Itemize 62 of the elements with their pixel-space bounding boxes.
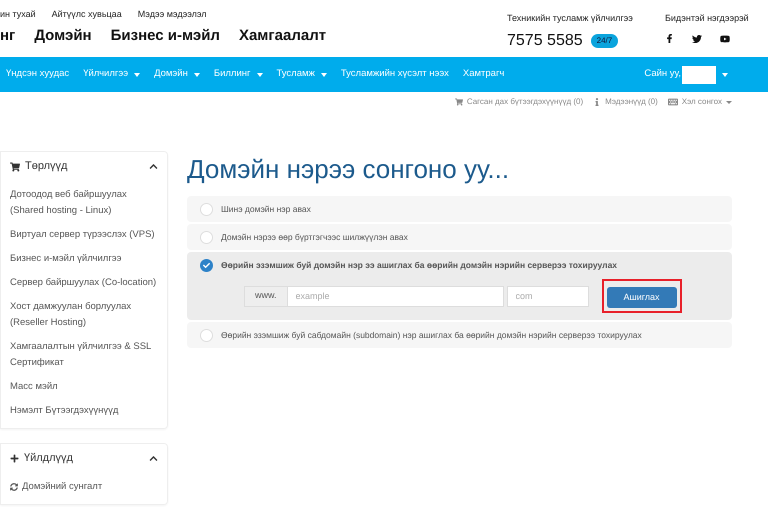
main-menu-link[interactable]: Домэйн bbox=[34, 24, 92, 47]
plus-icon bbox=[10, 454, 19, 463]
collapse-toggle[interactable] bbox=[149, 454, 158, 463]
top-link[interactable]: Мэдээ мэдээлэл bbox=[138, 8, 207, 22]
username-block bbox=[682, 66, 716, 84]
option-row[interactable]: Шинэ домэйн нэр авах bbox=[187, 196, 732, 222]
top-link[interactable]: Айтүүлс хувьцаа bbox=[52, 8, 122, 22]
option-row[interactable]: Өөрийн эзэмшиж буй домэйн нэр ээ ашиглах ба өөрийн домэйн нэрийн серверээ тохируулах www. example com Ашиглах bbox=[187, 252, 732, 320]
caret-icon bbox=[194, 72, 200, 76]
youtube-icon[interactable] bbox=[720, 34, 730, 44]
sidebar-link[interactable]: Хост дамжуулан борлуулах (Reseller Hosting) bbox=[10, 299, 158, 331]
main-menu-link[interactable]: Бизнес и-мэйл bbox=[110, 24, 220, 47]
radio-button[interactable] bbox=[200, 230, 213, 244]
language-link[interactable]: Хэл сонгох bbox=[668, 96, 732, 108]
caret-icon bbox=[256, 72, 262, 76]
radio-button[interactable] bbox=[200, 202, 213, 216]
main-menu-link[interactable]: Хамгаалалт bbox=[238, 24, 326, 47]
panel-title: Үйлдлүүд bbox=[24, 451, 73, 466]
caret-icon bbox=[722, 72, 728, 76]
hours-badge: 24/7 bbox=[590, 34, 618, 48]
option-label: Өөрийн эзэмшиж буй сабдомайн (subdomain) нэр ашиглах ба өөрийн домэйн нэрийн серверээ тохируулах bbox=[221, 328, 642, 342]
sidebar-link[interactable]: Нэмэлт Бүтээгдэхүүнүүд bbox=[10, 403, 158, 419]
social-label: Бидэнтэй нэгдээрэй bbox=[665, 12, 750, 25]
radio-button[interactable] bbox=[200, 328, 213, 342]
page-heading: Домэйн нэрээ сонгоно уу... bbox=[187, 153, 510, 186]
support-phone: 7575 5585 bbox=[507, 30, 583, 50]
twitter-icon[interactable] bbox=[692, 34, 702, 44]
info-icon bbox=[593, 98, 602, 106]
tld-field[interactable]: com bbox=[506, 286, 589, 307]
facebook-icon[interactable] bbox=[665, 34, 674, 43]
caret-icon bbox=[320, 72, 327, 76]
use-button[interactable]: Ашиглах bbox=[606, 287, 677, 308]
radio-button[interactable] bbox=[200, 258, 213, 272]
panel-title: Төрлүүд bbox=[25, 159, 68, 174]
option-row[interactable]: Өөрийн эзэмшиж буй сабдомайн (subdomain) нэр ашиглах ба өөрийн домэйн нэрийн серверээ тохируулах bbox=[187, 322, 732, 348]
news-link[interactable]: Мэдээнүүд (0) bbox=[593, 96, 658, 108]
top-link[interactable]: ин тухай bbox=[0, 8, 36, 22]
sidebar-link[interactable]: Домэйний сунгалт bbox=[10, 479, 158, 495]
option-label: Өөрийн эзэмшиж буй домэйн нэр ээ ашиглах ба өөрийн домэйн нэрийн серверээ тохируулах bbox=[221, 258, 618, 272]
option-label: Домэйн нэрээ өөр бүртгэгчээс шилжүүлэн авах bbox=[221, 230, 408, 244]
sidebar-link[interactable]: Виртуал сервер түрээслэх (VPS) bbox=[10, 227, 158, 243]
cart-icon bbox=[454, 98, 463, 106]
sidebar-link[interactable]: Дотоодод веб байршуулах (Shared hosting - Linux) bbox=[10, 187, 158, 219]
collapse-toggle[interactable] bbox=[149, 162, 158, 171]
cart-icon bbox=[10, 162, 20, 172]
cart-link[interactable]: Сагсан дах бүтээгдэхүүнүүд (0) bbox=[454, 96, 584, 108]
option-label: Шинэ домэйн нэр авах bbox=[221, 202, 311, 216]
domain-name-field[interactable]: example bbox=[288, 286, 504, 307]
www-prefix: www. bbox=[244, 286, 288, 307]
option-row[interactable]: Домэйн нэрээ өөр бүртгэгчээс шилжүүлэн авах bbox=[187, 224, 732, 250]
caret-icon bbox=[726, 100, 732, 104]
main-menu-link[interactable]: нг bbox=[0, 24, 16, 47]
greeting-text: Сайн уу, bbox=[644, 67, 681, 82]
support-label: Техникийн тусламж үйлчилгээ bbox=[507, 12, 634, 25]
refresh-icon bbox=[10, 483, 18, 491]
keyboard-icon bbox=[668, 97, 678, 107]
sidebar-link[interactable]: Сервер байршуулах (Co-location) bbox=[10, 275, 158, 291]
sidebar-link[interactable]: Хамгаалалтын үйлчилгээ & SSL Сертификат bbox=[10, 339, 158, 371]
sidebar-link[interactable]: Бизнес и-мэйл үйлчилгээ bbox=[10, 251, 158, 267]
caret-icon bbox=[134, 72, 140, 76]
check-icon bbox=[203, 262, 210, 268]
sidebar-link[interactable]: Масс мэйл bbox=[10, 379, 158, 395]
